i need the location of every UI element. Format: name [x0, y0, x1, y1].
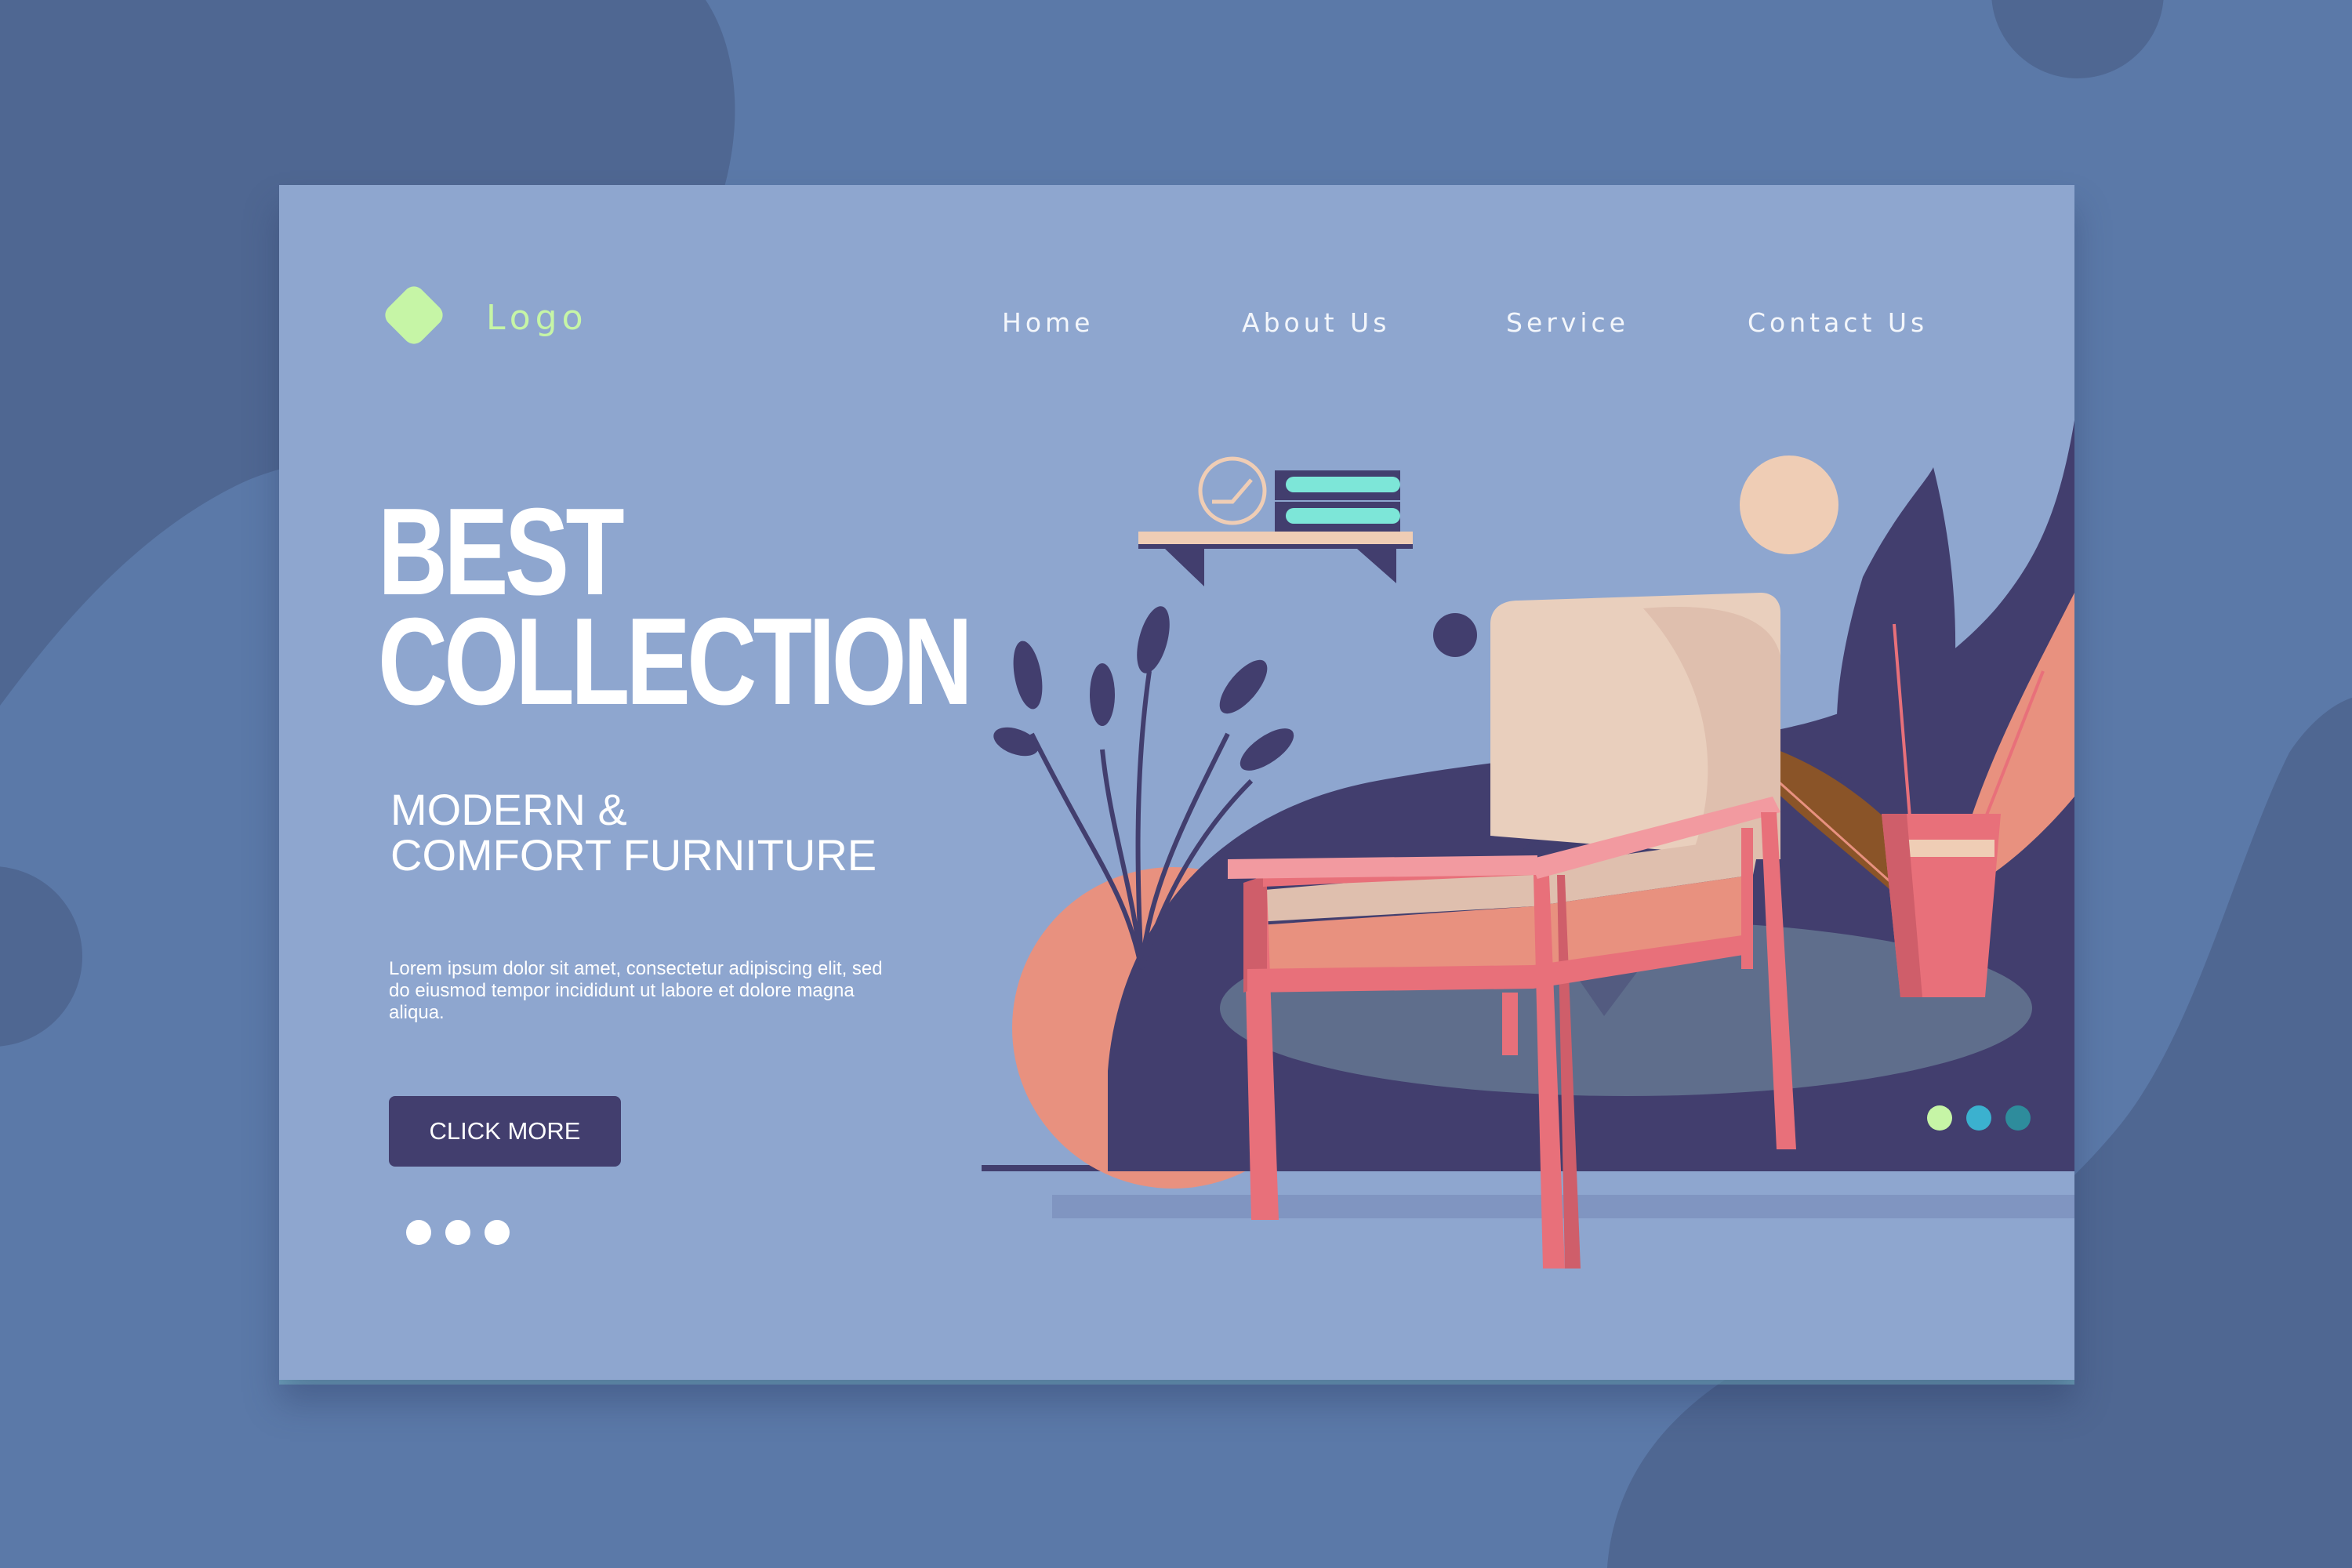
hero-subtitle: MODERN & COMFORT FURNITURE [390, 787, 939, 878]
nav-contact-us[interactable]: Contact Us [1748, 299, 1928, 347]
bg-circle-top-right [1991, 0, 2164, 78]
carousel-dot-blue [1966, 1105, 1991, 1131]
wall-shelf [1138, 532, 1413, 586]
hero-subtitle-line-1: MODERN & [390, 785, 627, 834]
bg-circle-left [0, 866, 82, 1047]
hero-title-line-2: COLLECTION [378, 593, 973, 731]
wall-dot [1433, 613, 1477, 657]
carousel-dot-3[interactable] [485, 1220, 510, 1245]
carousel-dots-left [406, 1220, 524, 1245]
hero-title: BEST COLLECTION [378, 483, 973, 731]
hero-body-text: Lorem ipsum dolor sit amet, consectetur … [389, 958, 883, 1023]
logo-label[interactable]: Logo [486, 295, 588, 342]
carousel-dots-right [1927, 1105, 2031, 1131]
carousel-dot-1[interactable] [406, 1220, 431, 1245]
hero-title-line-1: BEST [378, 483, 625, 621]
hero-subtitle-line-2: COMFORT FURNITURE [390, 830, 877, 880]
floor-shadow [1052, 1195, 2074, 1218]
carousel-dot-teal [2005, 1105, 2031, 1131]
nav-about-us[interactable]: About Us [1242, 299, 1390, 347]
landing-card: Logo Home About Us Service Contact Us BE… [279, 185, 2074, 1380]
nav-home[interactable]: Home [1002, 299, 1094, 347]
carousel-dot-green [1927, 1105, 1952, 1131]
carousel-dot-2[interactable] [445, 1220, 470, 1245]
wall-sun [1740, 456, 1838, 554]
click-more-button[interactable]: CLICK MORE [389, 1096, 621, 1167]
books-icon [1275, 470, 1400, 532]
clock-icon [1198, 456, 1267, 525]
furniture-illustration [982, 420, 2074, 1269]
nav-service[interactable]: Service [1506, 299, 1629, 347]
